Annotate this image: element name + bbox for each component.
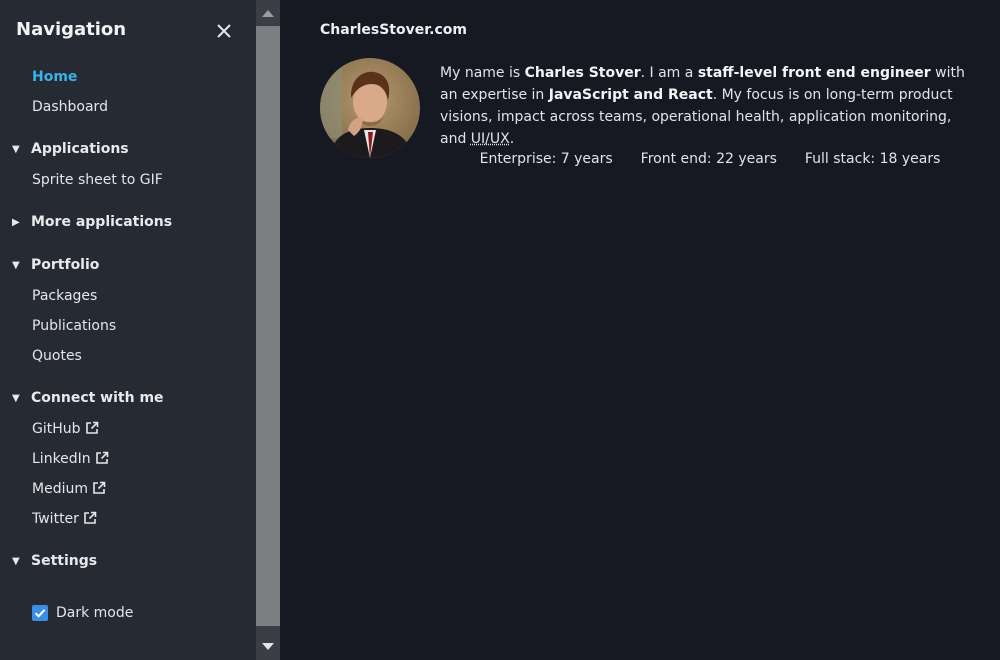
- nav-item-github[interactable]: GitHub: [32, 419, 99, 439]
- stat-enterprise: Enterprise: 7 years: [479, 151, 613, 167]
- nav-item-twitter[interactable]: Twitter: [32, 509, 97, 529]
- section-label: Portfolio: [31, 257, 100, 273]
- experience-stats: Enterprise: 7 years Front end: 22 years …: [440, 149, 980, 169]
- navigation-title: Navigation: [16, 19, 127, 40]
- nav-item-packages[interactable]: Packages: [32, 286, 97, 306]
- link-label: GitHub: [32, 421, 81, 437]
- nav-item-linkedin[interactable]: LinkedIn: [32, 449, 109, 469]
- bio-text: . I am a: [640, 65, 698, 81]
- nav-item-medium[interactable]: Medium: [32, 479, 106, 499]
- external-link-icon: [84, 511, 97, 524]
- avatar: [320, 58, 420, 158]
- nav-item-publications[interactable]: Publications: [32, 316, 116, 336]
- stat-front-end: Front end: 22 years: [640, 151, 777, 167]
- section-applications[interactable]: ▼ Applications: [12, 139, 129, 160]
- external-link-icon: [85, 421, 98, 434]
- section-more-applications[interactable]: ▶ More applications: [12, 212, 172, 233]
- close-icon: [217, 24, 231, 38]
- scroll-up-button[interactable]: [256, 0, 280, 26]
- stat-full-stack: Full stack: 18 years: [804, 151, 941, 167]
- main-content: CharlesStover.com My name is Charles Sto…: [280, 0, 1000, 660]
- site-title[interactable]: CharlesStover.com: [320, 22, 467, 38]
- section-label: More applications: [31, 214, 173, 230]
- bio-name: Charles Stover: [524, 65, 641, 81]
- dark-mode-checkbox[interactable]: [32, 605, 48, 621]
- nav-item-dashboard[interactable]: Dashboard: [32, 97, 108, 117]
- link-label: Medium: [32, 481, 88, 497]
- external-link-icon: [93, 481, 106, 494]
- check-icon: [34, 609, 46, 618]
- sidebar-scrollbar[interactable]: [256, 0, 280, 660]
- caret-down-icon: ▼: [12, 144, 20, 155]
- link-label: LinkedIn: [32, 451, 91, 467]
- bio-text: .: [509, 131, 515, 147]
- section-settings[interactable]: ▼ Settings: [12, 551, 97, 572]
- bio-role: staff-level front end engineer: [697, 65, 931, 81]
- scrollbar-thumb[interactable]: [256, 26, 280, 626]
- link-label: Twitter: [32, 511, 79, 527]
- section-portfolio[interactable]: ▼ Portfolio: [12, 255, 99, 276]
- navigation-drawer: Navigation Home Dashboard ▼ Applications …: [0, 0, 256, 660]
- scroll-down-button[interactable]: [256, 634, 280, 660]
- section-label: Settings: [31, 553, 98, 569]
- navigation-header: Navigation: [0, 0, 256, 64]
- close-navigation-button[interactable]: [214, 21, 234, 41]
- nav-item-home[interactable]: Home: [32, 67, 77, 87]
- caret-right-icon: ▶: [12, 217, 20, 228]
- nav-item-sprite-sheet-to-gif[interactable]: Sprite sheet to GIF: [32, 170, 163, 190]
- bio-paragraph: My name is Charles Stover. I am a staff-…: [440, 62, 970, 150]
- section-connect-with-me[interactable]: ▼ Connect with me: [12, 388, 164, 409]
- caret-down-icon: ▼: [12, 393, 20, 404]
- nav-item-quotes[interactable]: Quotes: [32, 346, 82, 366]
- section-label: Connect with me: [31, 390, 164, 406]
- dark-mode-label[interactable]: Dark mode: [56, 603, 133, 623]
- section-label: Applications: [31, 141, 129, 157]
- bio-text: My name is: [440, 65, 525, 81]
- caret-down-icon: ▼: [12, 260, 20, 271]
- uiux-abbreviation[interactable]: UI/UX: [471, 131, 510, 147]
- external-link-icon: [95, 451, 108, 464]
- bio-tech: JavaScript and React: [548, 87, 713, 103]
- caret-down-icon: ▼: [12, 556, 20, 567]
